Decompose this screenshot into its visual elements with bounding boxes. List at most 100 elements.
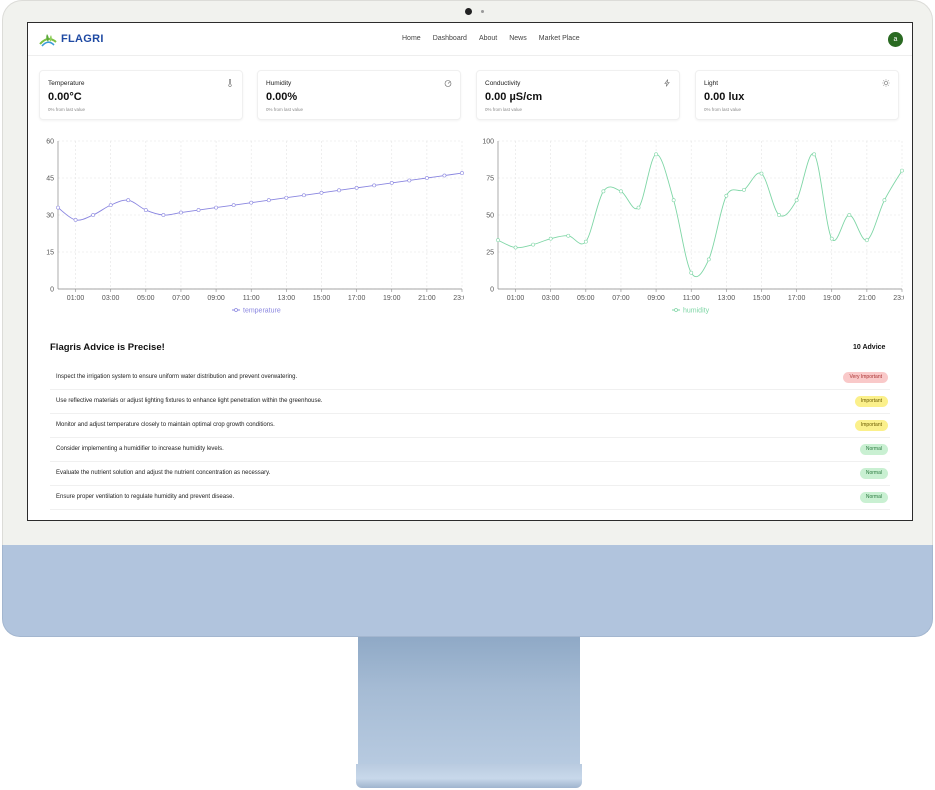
advice-text: Consider implementing a humidifier to in… [56,446,224,452]
data-point[interactable] [654,152,658,157]
data-point[interactable] [531,242,536,247]
priority-badge: Important [854,420,888,431]
x-tick-label: 13:00 [278,295,296,302]
stat-card-humidity: Humidity 0.00% 0% from last value [257,70,461,120]
data-point[interactable] [689,270,694,275]
gauge-icon [444,80,452,87]
data-point[interactable] [319,190,324,195]
temperature-chart: 0 15 30 45 60 01:00 03:00 05:00 07:00 09:00 11:00 1… [46,139,464,315]
legend-label[interactable]: temperature [243,308,281,315]
y-tick-label: 50 [486,213,494,220]
data-point[interactable] [724,193,729,198]
advice-row[interactable]: Ensure proper ventilation to regulate hu… [50,486,890,510]
data-point[interactable] [706,257,711,262]
top-navbar: FLAGRI Home Dashboard About News Market … [28,23,912,56]
priority-badge: Very Important [843,372,888,383]
data-point[interactable] [777,213,781,217]
card-subtext: 0% from last value [704,107,742,112]
x-tick-label: 03:00 [102,295,120,302]
y-tick-label: 0 [50,287,54,294]
data-point[interactable] [337,188,341,193]
data-point[interactable] [108,203,113,208]
data-point[interactable] [636,205,641,210]
data-point[interactable] [214,205,218,210]
data-point[interactable] [91,213,96,217]
data-point[interactable] [847,213,852,217]
data-point[interactable] [882,198,887,203]
leaf-logo-icon[interactable] [38,32,58,48]
data-point[interactable] [354,185,359,190]
card-title: Conductivity [485,80,521,87]
x-tick-label: 09:00 [647,295,665,302]
nav-about[interactable]: About [479,35,497,42]
data-point[interactable] [812,152,817,157]
data-point[interactable] [196,208,201,212]
data-point[interactable] [759,171,764,176]
data-point[interactable] [424,176,429,180]
series-line [57,172,463,221]
x-tick-label: 23:00 [453,295,464,302]
data-point[interactable] [794,198,799,203]
y-tick-label: 100 [482,139,494,146]
data-point[interactable] [460,171,464,175]
data-point[interactable] [513,245,518,250]
y-tick-label: 15 [46,250,54,257]
data-point[interactable] [143,208,148,212]
advice-row[interactable]: Consider implementing a humidifier to in… [50,438,890,462]
legend-marker [234,308,238,312]
x-tick-label: 11:00 [243,295,260,302]
thermometer-icon [228,79,232,87]
data-point[interactable] [442,173,447,178]
data-point[interactable] [671,198,676,203]
data-point[interactable] [601,189,606,194]
priority-badge: Important [854,396,888,407]
data-point[interactable] [249,200,254,205]
nav-news[interactable]: News [509,35,527,42]
x-tick-label: 05:00 [137,295,155,302]
priority-badge: Normal [859,444,888,455]
x-tick-label: 13:00 [718,295,736,302]
x-tick-label: 03:00 [542,295,560,302]
data-point[interactable] [829,236,834,241]
data-point[interactable] [407,178,412,183]
sun-icon [882,79,890,87]
advice-row[interactable]: Inspect the irrigation system to ensure … [50,366,890,390]
advice-row[interactable]: Evaluate the nutrient solution and adjus… [50,462,890,486]
data-point[interactable] [266,198,271,203]
data-point[interactable] [389,181,394,185]
data-point[interactable] [742,187,746,192]
x-tick-label: 07:00 [172,295,190,302]
data-point[interactable] [126,198,131,203]
advice-row[interactable]: Use reflective materials or adjust light… [50,390,890,414]
data-point[interactable] [583,239,588,244]
data-point[interactable] [73,218,78,222]
data-point[interactable] [864,238,869,243]
data-point[interactable] [284,195,289,200]
nav-home[interactable]: Home [402,35,421,42]
monitor-foot [356,764,582,788]
data-point[interactable] [302,193,306,198]
nav-dashboard[interactable]: Dashboard [433,35,467,42]
x-tick-label: 17:00 [788,295,806,302]
data-point[interactable] [496,238,500,243]
data-point[interactable] [231,203,236,208]
advice-text: Evaluate the nutrient solution and adjus… [56,470,271,476]
data-point[interactable] [372,183,377,188]
nav-market-place[interactable]: Market Place [539,35,580,42]
y-tick-label: 25 [486,250,494,257]
avatar[interactable]: a [888,32,903,47]
data-point[interactable] [179,210,183,215]
data-point[interactable] [566,233,571,238]
brand-name[interactable]: FLAGRI [61,33,104,45]
data-point[interactable] [900,168,904,173]
data-point[interactable] [161,213,166,217]
nav-links: Home Dashboard About News Market Place [402,35,580,42]
data-point[interactable] [619,189,623,194]
camera-icon [465,8,472,15]
data-point[interactable] [56,205,60,210]
card-title: Light [704,80,719,87]
advice-row[interactable]: Monitor and adjust temperature closely t… [50,414,890,438]
data-point[interactable] [548,236,553,241]
legend-label[interactable]: humidity [683,308,710,315]
advice-text: Inspect the irrigation system to ensure … [56,374,298,380]
